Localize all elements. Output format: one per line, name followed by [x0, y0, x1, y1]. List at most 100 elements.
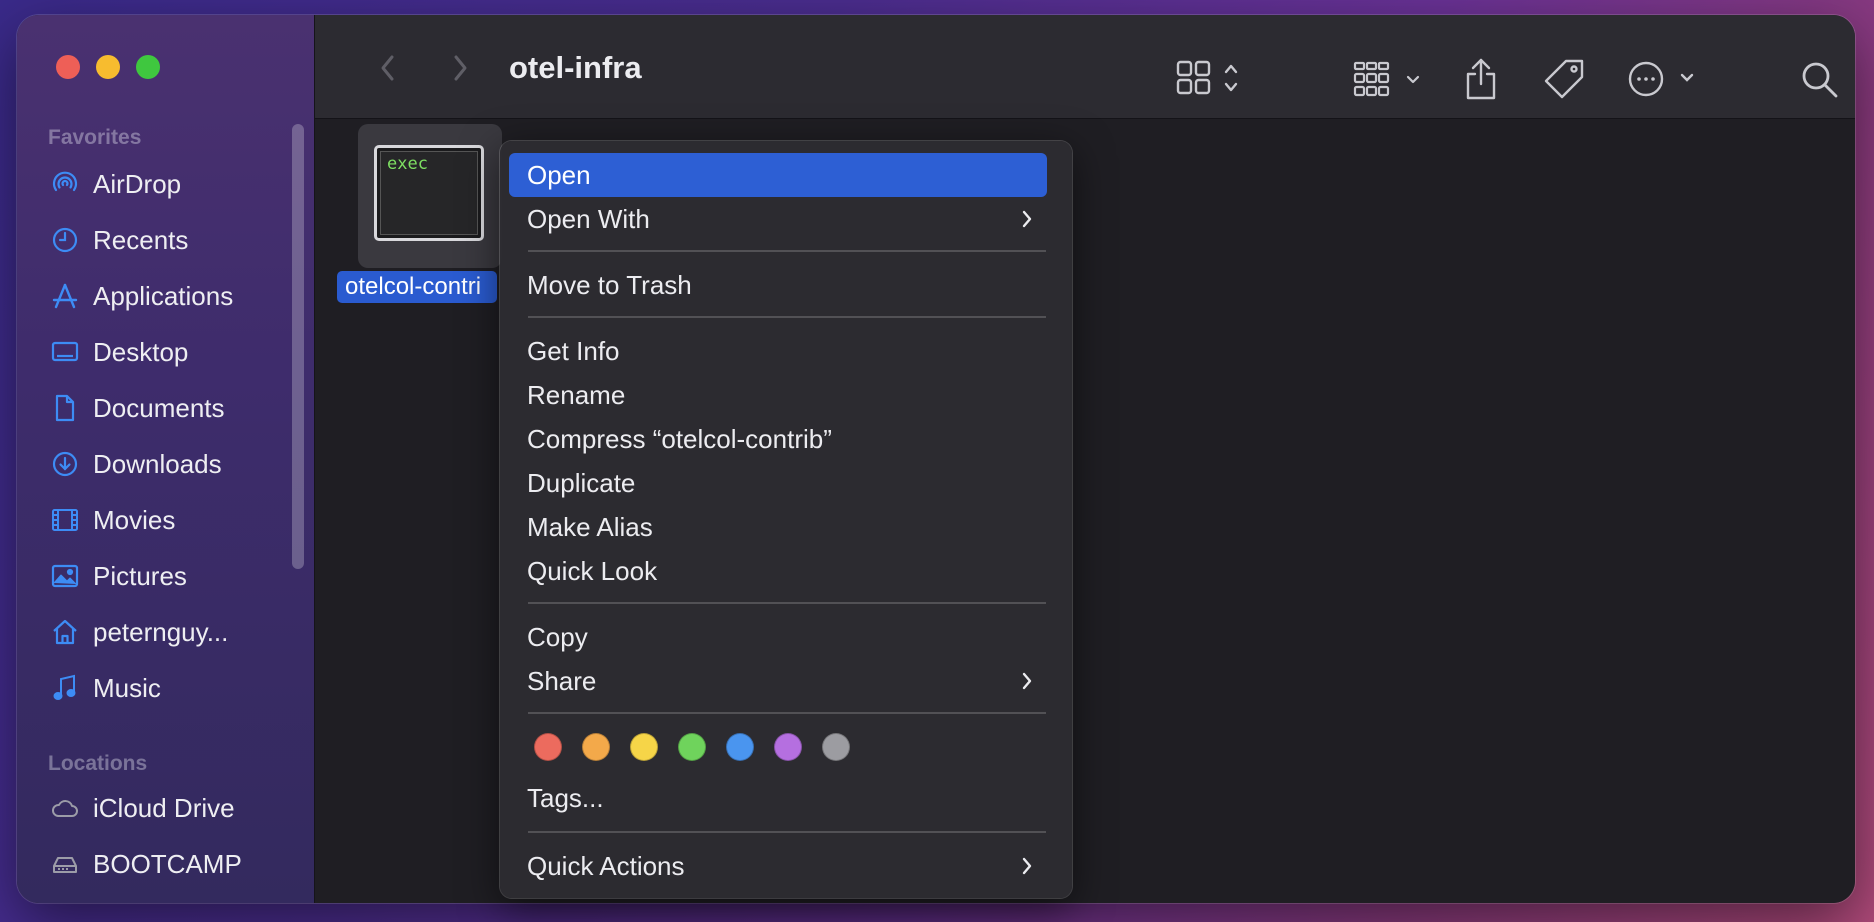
toolbar: otel-infra [315, 15, 1855, 119]
menu-item-make-alias[interactable]: Make Alias [509, 505, 1047, 549]
chevron-right-icon [1021, 197, 1033, 241]
sidebar-item-music[interactable]: Music [48, 664, 298, 712]
menu-item-label: Rename [527, 380, 626, 410]
tag-purple[interactable] [774, 733, 802, 761]
menu-item-label: Open [527, 160, 591, 190]
zoom-window-button[interactable] [136, 55, 160, 79]
action-menu-button[interactable] [1628, 59, 1700, 99]
tags-button[interactable] [1542, 57, 1586, 101]
menu-item-label: Quick Actions [527, 851, 685, 881]
menu-item-label: Copy [527, 622, 588, 652]
executable-file-icon[interactable]: exec [374, 145, 484, 241]
film-icon [48, 503, 82, 537]
search-icon [1802, 62, 1838, 98]
chevron-right-icon [1021, 659, 1033, 703]
drive-icon [48, 847, 82, 881]
view-mode-button[interactable] [1176, 59, 1246, 99]
download-icon [48, 447, 82, 481]
share-button[interactable] [1463, 57, 1499, 101]
photo-icon [48, 559, 82, 593]
forward-button[interactable] [445, 51, 475, 85]
menu-item-tags[interactable]: Tags... [509, 776, 1047, 820]
menu-item-move-to-trash[interactable]: Move to Trash [509, 263, 1047, 307]
chevron-right-icon [454, 55, 467, 81]
sidebar-scrollbar[interactable] [292, 124, 304, 569]
tag-red[interactable] [534, 733, 562, 761]
clock-icon [48, 223, 82, 257]
sidebar-item-label: BOOTCAMP [93, 848, 242, 879]
menu-item-open[interactable]: Open [509, 153, 1047, 197]
search-button[interactable] [1800, 60, 1840, 100]
sidebar-item-label: Pictures [93, 560, 187, 591]
chevron-right-icon [1021, 844, 1033, 888]
minimize-window-button[interactable] [96, 55, 120, 79]
menu-item-duplicate[interactable]: Duplicate [509, 461, 1047, 505]
sidebar-item-movies[interactable]: Movies [48, 496, 298, 544]
locations-section-label: Locations [48, 752, 148, 775]
context-menu: Open Open With Move to Trash Get Info Re… [500, 141, 1072, 898]
menu-item-label: Move to Trash [527, 270, 692, 300]
tag-yellow[interactable] [630, 733, 658, 761]
menu-item-label: Tags... [527, 783, 604, 813]
tag-icon [1544, 59, 1584, 99]
menu-item-label: Quick Look [527, 556, 658, 586]
window-title: otel-infra [509, 50, 642, 85]
sidebar-item-recents[interactable]: Recents [48, 216, 298, 264]
file-name-label[interactable]: otelcol-contri [337, 271, 497, 303]
sidebar-item-label: Applications [93, 280, 234, 311]
sidebar-item-pictures[interactable]: Pictures [48, 552, 298, 600]
close-window-button[interactable] [56, 55, 80, 79]
menu-item-label: Share [527, 666, 597, 696]
sidebar-item-desktop[interactable]: Desktop [48, 328, 298, 376]
group-icon [1353, 61, 1420, 97]
menu-item-share[interactable]: Share [509, 659, 1047, 703]
sidebar-item-applications[interactable]: Applications [48, 272, 298, 320]
sidebar: Favorites AirDrop Recents Applications D… [17, 15, 315, 903]
menu-item-quick-actions[interactable]: Quick Actions [509, 844, 1047, 888]
sidebar-item-label: Music [93, 672, 161, 703]
tag-blue[interactable] [726, 733, 754, 761]
chevron-left-icon [381, 55, 394, 81]
sidebar-item-bootcamp[interactable]: BOOTCAMP [48, 840, 298, 888]
group-by-button[interactable] [1353, 61, 1427, 101]
menu-item-quick-look[interactable]: Quick Look [509, 549, 1047, 593]
menu-item-get-info[interactable]: Get Info [509, 329, 1047, 373]
menu-separator [528, 316, 1046, 318]
favorites-section-label: Favorites [48, 126, 142, 149]
sidebar-item-documents[interactable]: Documents [48, 384, 298, 432]
sidebar-item-label: iCloud Drive [93, 792, 235, 823]
menu-separator [528, 250, 1046, 252]
share-icon [1466, 58, 1496, 100]
tag-green[interactable] [678, 733, 706, 761]
sidebar-item-label: AirDrop [93, 168, 182, 199]
sidebar-item-home[interactable]: peternguy... [48, 608, 298, 656]
menu-item-label: Get Info [527, 336, 620, 366]
sidebar-item-downloads[interactable]: Downloads [48, 440, 298, 488]
menu-item-label: Duplicate [527, 468, 636, 498]
back-button[interactable] [373, 51, 403, 85]
cloud-icon [48, 791, 82, 825]
desktop-icon [48, 335, 82, 369]
more-icon [1628, 61, 1694, 97]
sidebar-item-label: peternguy... [93, 616, 229, 647]
home-icon [48, 615, 82, 649]
menu-item-open-with[interactable]: Open With [509, 197, 1047, 241]
airdrop-icon [48, 167, 82, 201]
menu-item-copy[interactable]: Copy [509, 615, 1047, 659]
sidebar-item-label: Movies [93, 504, 176, 535]
sidebar-item-airdrop[interactable]: AirDrop [48, 160, 298, 208]
menu-item-rename[interactable]: Rename [509, 373, 1047, 417]
music-icon [48, 671, 82, 705]
menu-separator [528, 831, 1046, 833]
menu-separator [528, 712, 1046, 714]
menu-item-label: Open With [527, 204, 650, 234]
document-icon [48, 391, 82, 425]
tag-gray[interactable] [822, 733, 850, 761]
tag-orange[interactable] [582, 733, 610, 761]
grid-view-icon [1176, 60, 1238, 95]
menu-item-compress[interactable]: Compress “otelcol-contrib” [509, 417, 1047, 461]
sidebar-item-label: Downloads [93, 448, 222, 479]
sidebar-item-label: Recents [93, 224, 189, 255]
sidebar-item-icloud-drive[interactable]: iCloud Drive [48, 784, 298, 832]
exec-label: exec [387, 154, 428, 174]
